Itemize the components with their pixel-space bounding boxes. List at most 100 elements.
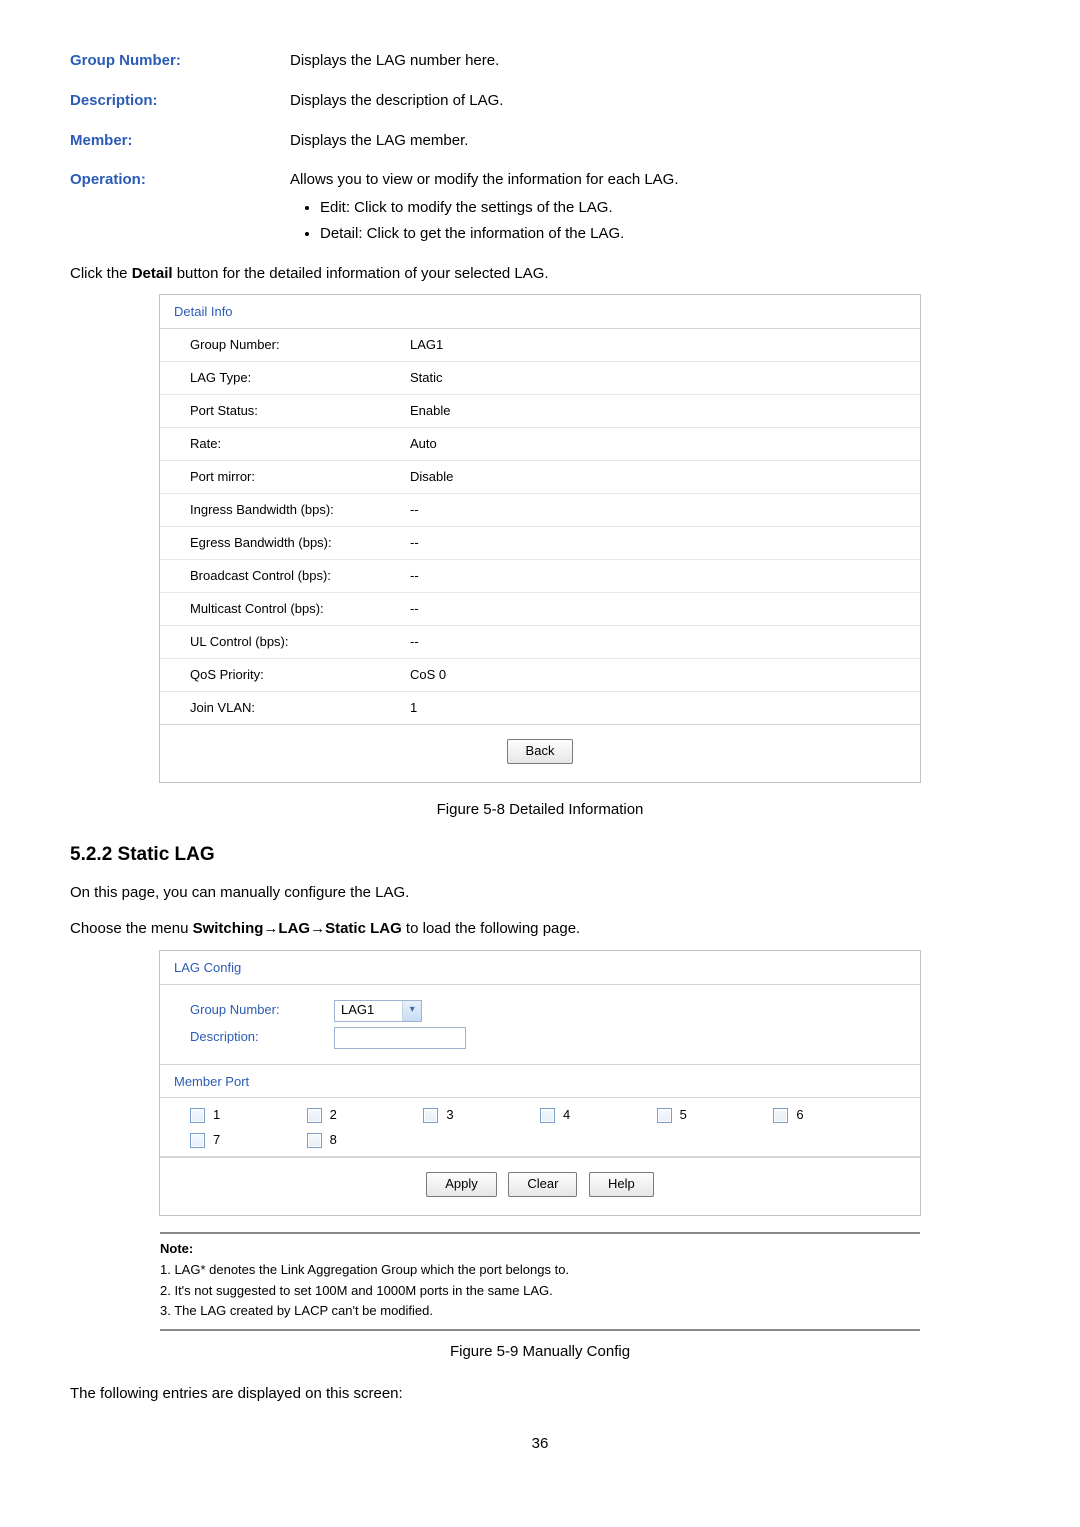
operation-intro: Allows you to view or modify the informa… bbox=[290, 171, 679, 188]
detail-info-title: Detail Info bbox=[160, 295, 920, 329]
row-val: -- bbox=[410, 534, 920, 553]
def-label-description: Description: bbox=[70, 90, 290, 112]
page-number: 36 bbox=[70, 1433, 1010, 1455]
trailing-para: The following entries are displayed on t… bbox=[70, 1383, 1010, 1405]
para-click-detail: Click the Detail button for the detailed… bbox=[70, 263, 1010, 285]
description-label: Description: bbox=[190, 1028, 310, 1047]
detail-row: UL Control (bps):-- bbox=[160, 626, 920, 659]
group-number-label: Group Number: bbox=[190, 1001, 310, 1020]
definitions-grid: Group Number: Displays the LAG number he… bbox=[70, 50, 1010, 249]
port-5-checkbox[interactable] bbox=[657, 1108, 672, 1123]
def-label-group-number: Group Number: bbox=[70, 50, 290, 72]
row-val: 1 bbox=[410, 699, 920, 718]
lag-config-title: LAG Config bbox=[160, 951, 920, 985]
port-label: 4 bbox=[563, 1106, 570, 1125]
port-label: 7 bbox=[213, 1131, 220, 1150]
row-val: Enable bbox=[410, 402, 920, 421]
row-val: -- bbox=[410, 501, 920, 520]
member-port-grid: 1 2 3 4 5 6 7 8 bbox=[160, 1098, 920, 1157]
note-line-3: 3. The LAG created by LACP can't be modi… bbox=[160, 1302, 920, 1321]
detail-row: QoS Priority:CoS 0 bbox=[160, 659, 920, 692]
row-key: QoS Priority: bbox=[190, 666, 410, 685]
port-8-checkbox[interactable] bbox=[307, 1133, 322, 1148]
row-key: Multicast Control (bps): bbox=[190, 600, 410, 619]
figure-5-9-caption: Figure 5-9 Manually Config bbox=[70, 1341, 1010, 1363]
row-key: Port Status: bbox=[190, 402, 410, 421]
para-522-b-post: to load the following page. bbox=[402, 920, 580, 937]
para-522-b: Choose the menu Switching→LAG→Static LAG… bbox=[70, 918, 1010, 940]
detail-row: Port mirror:Disable bbox=[160, 461, 920, 494]
port-1-checkbox[interactable] bbox=[190, 1108, 205, 1123]
port-label: 3 bbox=[446, 1106, 453, 1125]
operation-bullet-detail: Detail: Click to get the information of … bbox=[320, 223, 1010, 245]
def-label-operation: Operation: bbox=[70, 169, 290, 248]
note-line-1: 1. LAG* denotes the Link Aggregation Gro… bbox=[160, 1261, 920, 1280]
row-val: LAG1 bbox=[410, 336, 920, 355]
para-522-b-pre: Choose the menu bbox=[70, 920, 193, 937]
row-val: CoS 0 bbox=[410, 666, 920, 685]
detail-row: Multicast Control (bps):-- bbox=[160, 593, 920, 626]
port-2-checkbox[interactable] bbox=[307, 1108, 322, 1123]
row-key: Rate: bbox=[190, 435, 410, 454]
row-key: LAG Type: bbox=[190, 369, 410, 388]
row-val: Auto bbox=[410, 435, 920, 454]
port-label: 2 bbox=[330, 1106, 337, 1125]
port-label: 1 bbox=[213, 1106, 220, 1125]
row-key: Broadcast Control (bps): bbox=[190, 567, 410, 586]
port-label: 8 bbox=[330, 1131, 337, 1150]
heading-5-2-2: 5.2.2 Static LAG bbox=[70, 841, 1010, 869]
def-text-description: Displays the description of LAG. bbox=[290, 90, 1010, 112]
detail-row: Rate:Auto bbox=[160, 428, 920, 461]
row-key: Group Number: bbox=[190, 336, 410, 355]
para-522-a: On this page, you can manually configure… bbox=[70, 882, 1010, 904]
detail-row: Broadcast Control (bps):-- bbox=[160, 560, 920, 593]
row-key: Egress Bandwidth (bps): bbox=[190, 534, 410, 553]
member-port-title: Member Port bbox=[160, 1064, 920, 1099]
chevron-down-icon: ▾ bbox=[402, 1001, 421, 1021]
row-val: -- bbox=[410, 633, 920, 652]
detail-info-panel: Detail Info Group Number:LAG1 LAG Type:S… bbox=[159, 294, 921, 783]
back-button[interactable]: Back bbox=[507, 739, 574, 764]
row-val: Static bbox=[410, 369, 920, 388]
detail-row: LAG Type:Static bbox=[160, 362, 920, 395]
note-title: Note: bbox=[160, 1240, 920, 1259]
row-key: Port mirror: bbox=[190, 468, 410, 487]
para-click-detail-bold: Detail bbox=[132, 265, 173, 282]
row-key: Join VLAN: bbox=[190, 699, 410, 718]
row-key: Ingress Bandwidth (bps): bbox=[190, 501, 410, 520]
para-click-detail-post: button for the detailed information of y… bbox=[173, 265, 549, 282]
port-3-checkbox[interactable] bbox=[423, 1108, 438, 1123]
def-text-group-number: Displays the LAG number here. bbox=[290, 50, 1010, 72]
port-label: 6 bbox=[796, 1106, 803, 1125]
operation-bullet-edit: Edit: Click to modify the settings of th… bbox=[320, 197, 1010, 219]
detail-row: Port Status:Enable bbox=[160, 395, 920, 428]
detail-row: Group Number:LAG1 bbox=[160, 329, 920, 362]
group-number-value: LAG1 bbox=[335, 1001, 402, 1020]
detail-row: Ingress Bandwidth (bps):-- bbox=[160, 494, 920, 527]
row-key: UL Control (bps): bbox=[190, 633, 410, 652]
row-val: -- bbox=[410, 567, 920, 586]
figure-5-8-caption: Figure 5-8 Detailed Information bbox=[70, 799, 1010, 821]
para-522-b-bold: Switching→LAG→Static LAG bbox=[193, 920, 402, 937]
port-7-checkbox[interactable] bbox=[190, 1133, 205, 1148]
clear-button[interactable]: Clear bbox=[508, 1172, 577, 1197]
apply-button[interactable]: Apply bbox=[426, 1172, 497, 1197]
detail-row: Egress Bandwidth (bps):-- bbox=[160, 527, 920, 560]
port-label: 5 bbox=[680, 1106, 687, 1125]
para-click-detail-pre: Click the bbox=[70, 265, 132, 282]
def-text-operation: Allows you to view or modify the informa… bbox=[290, 169, 1010, 248]
help-button[interactable]: Help bbox=[589, 1172, 654, 1197]
note-block: Note: 1. LAG* denotes the Link Aggregati… bbox=[160, 1232, 920, 1331]
group-number-select[interactable]: LAG1 ▾ bbox=[334, 1000, 422, 1022]
row-val: -- bbox=[410, 600, 920, 619]
note-line-2: 2. It's not suggested to set 100M and 10… bbox=[160, 1282, 920, 1301]
operation-bullets: Edit: Click to modify the settings of th… bbox=[290, 197, 1010, 245]
detail-row: Join VLAN:1 bbox=[160, 692, 920, 724]
port-4-checkbox[interactable] bbox=[540, 1108, 555, 1123]
lag-config-panel: LAG Config Group Number: LAG1 ▾ Descript… bbox=[159, 950, 921, 1216]
def-text-member: Displays the LAG member. bbox=[290, 130, 1010, 152]
row-val: Disable bbox=[410, 468, 920, 487]
port-6-checkbox[interactable] bbox=[773, 1108, 788, 1123]
description-input[interactable] bbox=[334, 1027, 466, 1049]
def-label-member: Member: bbox=[70, 130, 290, 152]
